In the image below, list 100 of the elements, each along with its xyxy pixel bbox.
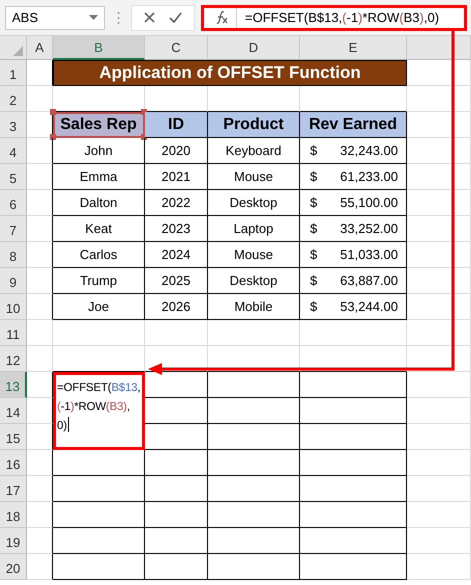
table-cell: Trump [53,268,145,294]
table-cell: Keyboard [208,138,300,164]
grid-cell [27,164,53,190]
grid-cell [27,450,53,476]
table-cell: Dalton [53,190,145,216]
row-header[interactable]: 12 [0,346,27,372]
grid-cell [407,112,471,138]
grid-cell [27,294,53,320]
table-cell: $ 53,244.00 [300,294,407,320]
grid-cell [145,476,208,502]
column-heading: ID [145,112,208,138]
table-cell: 2026 [145,294,208,320]
grid-cell [407,424,471,450]
column-heading: Product [208,112,300,138]
column-header[interactable]: C [145,36,208,60]
editing-cell[interactable]: =OFFSET(B$13, (-1)*ROW(B3), 0) [53,372,145,450]
row-header[interactable]: 14 [0,398,27,424]
grid-cell [407,528,471,554]
grid-cell [145,502,208,528]
cancel-icon[interactable] [144,12,155,23]
table-cell: 2024 [145,242,208,268]
grid-cell [407,502,471,528]
table-cell: 2021 [145,164,208,190]
table-cell: Keat [53,216,145,242]
row-header[interactable]: 18 [0,502,27,528]
grid-cell [27,424,53,450]
row-header[interactable]: 3 [0,112,27,138]
grid-cell [407,86,471,112]
row-header[interactable]: 19 [0,528,27,554]
table-cell: Mobile [208,294,300,320]
row-header[interactable]: 17 [0,476,27,502]
table-cell: $ 32,243.00 [300,138,407,164]
grid-cell [407,398,471,424]
column-header[interactable]: B [53,36,145,60]
grid-cell [407,242,471,268]
grid-cell [407,476,471,502]
table-cell: 2022 [145,190,208,216]
grid-cell [27,502,53,528]
grid-cell [27,476,53,502]
grid-cell [145,528,208,554]
table-cell: Carlos [53,242,145,268]
row-header[interactable]: 1 [0,60,27,86]
grid-cell [27,346,53,372]
column-header[interactable]: A [27,36,53,60]
table-cell: John [53,138,145,164]
grid-cell [407,346,471,372]
column-heading: Sales Rep [53,112,145,138]
grid-cell [27,216,53,242]
grid-cell [27,320,53,346]
grid-cell [27,398,53,424]
sheet-title: Application of OFFSET Function [53,60,407,86]
grid-cell [407,372,471,398]
grid-cell [145,398,208,424]
row-header[interactable]: 8 [0,242,27,268]
row-header[interactable]: 13 [0,372,27,398]
table-cell: $ 63,887.00 [300,268,407,294]
row-header[interactable]: 7 [0,216,27,242]
column-header[interactable]: D [208,36,300,60]
grid-cell [407,164,471,190]
row-header[interactable]: 20 [0,554,27,580]
table-cell: Mouse [208,242,300,268]
grid-cell [407,268,471,294]
row-header[interactable]: 16 [0,450,27,476]
formula-input[interactable]: =OFFSET(B$13,(-1)*ROW(B3),0) [237,10,464,25]
name-box[interactable]: ABS [5,6,105,30]
table-cell: Laptop [208,216,300,242]
row-header[interactable]: 15 [0,424,27,450]
table-cell: Mouse [208,164,300,190]
row-header[interactable]: 6 [0,190,27,216]
row-header[interactable]: 2 [0,86,27,112]
grid-cell [27,268,53,294]
grid-cell [407,216,471,242]
drag-handle-icon [116,10,120,24]
grid-cell [407,450,471,476]
table-cell: $ 61,233.00 [300,164,407,190]
row-header[interactable]: 9 [0,268,27,294]
grid-cell [27,242,53,268]
grid-cell [407,294,471,320]
grid-cell [27,138,53,164]
table-cell: 2020 [145,138,208,164]
table-cell: $ 51,033.00 [300,242,407,268]
column-heading: Rev Earned [300,112,407,138]
checkmark-icon[interactable] [169,12,182,23]
row-header[interactable]: 4 [0,138,27,164]
table-cell: Joe [53,294,145,320]
grid-cell [407,320,471,346]
row-header[interactable]: 11 [0,320,27,346]
column-header[interactable]: E [300,36,407,60]
table-cell: 2023 [145,216,208,242]
grid-cell [407,554,471,580]
grid-cell [145,424,208,450]
row-header[interactable]: 5 [0,164,27,190]
grid-cell [27,554,53,580]
table-cell: $ 33,252.00 [300,216,407,242]
row-header[interactable]: 10 [0,294,27,320]
grid-cell [407,138,471,164]
grid-cell [145,320,208,346]
table-cell: Desktop [208,190,300,216]
dropdown-caret-icon[interactable] [89,15,98,20]
grid-cell [27,528,53,554]
